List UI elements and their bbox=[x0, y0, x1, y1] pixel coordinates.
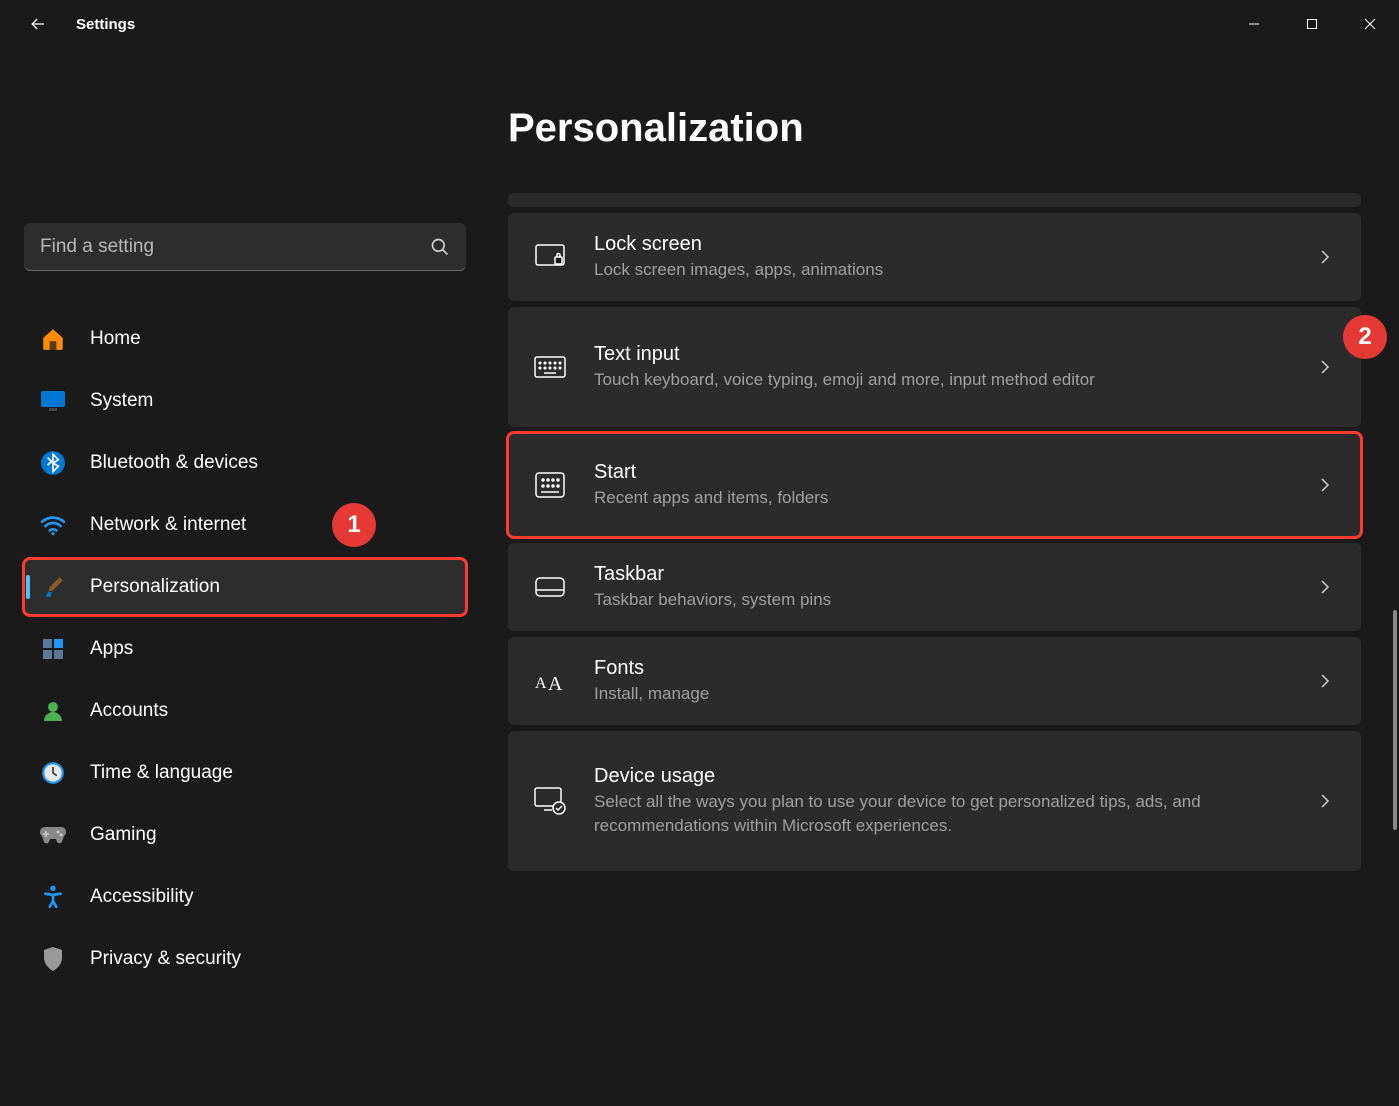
app-title: Settings bbox=[76, 16, 135, 33]
sidebar-item-system[interactable]: System bbox=[24, 373, 466, 429]
apps-icon bbox=[38, 634, 68, 664]
chevron-right-icon bbox=[1313, 477, 1337, 493]
page-title: Personalization bbox=[508, 106, 1361, 151]
wifi-icon bbox=[38, 510, 68, 540]
sidebar-item-label: Privacy & security bbox=[90, 948, 241, 970]
chevron-right-icon bbox=[1313, 579, 1337, 595]
system-icon bbox=[38, 386, 68, 416]
sidebar-item-apps[interactable]: Apps bbox=[24, 621, 466, 677]
content: Personalization Lock screen Lock screen … bbox=[490, 48, 1399, 1106]
settings-card-device-usage[interactable]: Device usage Select all the ways you pla… bbox=[508, 731, 1361, 871]
window-controls bbox=[1225, 3, 1399, 45]
settings-card-start[interactable]: Start Recent apps and items, folders bbox=[508, 433, 1361, 537]
sidebar-item-bluetooth[interactable]: Bluetooth & devices bbox=[24, 435, 466, 491]
settings-card-taskbar[interactable]: Taskbar Taskbar behaviors, system pins bbox=[508, 543, 1361, 631]
card-desc: Touch keyboard, voice typing, emoji and … bbox=[594, 368, 1313, 392]
settings-card-stub[interactable] bbox=[508, 193, 1361, 207]
close-icon bbox=[1364, 18, 1376, 30]
taskbar-icon bbox=[532, 569, 568, 605]
sidebar-item-label: System bbox=[90, 390, 153, 412]
sidebar-item-label: Bluetooth & devices bbox=[90, 452, 258, 474]
titlebar: Settings bbox=[0, 0, 1399, 48]
sidebar-item-privacy[interactable]: Privacy & security bbox=[24, 931, 466, 987]
sidebar-item-network[interactable]: Network & internet 1 bbox=[24, 497, 466, 553]
lock-screen-icon bbox=[532, 239, 568, 275]
annotation-badge-1: 1 bbox=[332, 503, 376, 547]
card-title: Start bbox=[594, 461, 1313, 484]
fonts-icon: AA bbox=[532, 663, 568, 699]
scrollbar-thumb[interactable] bbox=[1393, 610, 1397, 830]
card-title: Taskbar bbox=[594, 563, 1313, 586]
sidebar-item-label: Gaming bbox=[90, 824, 157, 846]
clock-icon bbox=[38, 758, 68, 788]
sidebar-item-label: Time & language bbox=[90, 762, 233, 784]
card-desc: Install, manage bbox=[594, 682, 1313, 706]
settings-card-lock-screen[interactable]: Lock screen Lock screen images, apps, an… bbox=[508, 213, 1361, 301]
sidebar-item-label: Apps bbox=[90, 638, 133, 660]
home-icon bbox=[38, 324, 68, 354]
minimize-button[interactable] bbox=[1225, 3, 1283, 45]
card-title: Fonts bbox=[594, 657, 1313, 680]
search-icon bbox=[430, 237, 450, 257]
sidebar-item-label: Accessibility bbox=[90, 886, 193, 908]
search-box[interactable] bbox=[24, 223, 466, 271]
bluetooth-icon bbox=[38, 448, 68, 478]
card-title: Text input bbox=[594, 343, 1313, 366]
sidebar-item-label: Accounts bbox=[90, 700, 168, 722]
search-input[interactable] bbox=[40, 236, 430, 258]
annotation-badge-2: 2 bbox=[1343, 315, 1387, 359]
sidebar-item-label: Home bbox=[90, 328, 141, 350]
sidebar-item-time[interactable]: Time & language bbox=[24, 745, 466, 801]
arrow-left-icon bbox=[28, 14, 48, 34]
paintbrush-icon bbox=[38, 572, 68, 602]
svg-text:A: A bbox=[548, 673, 563, 694]
person-icon bbox=[38, 696, 68, 726]
close-button[interactable] bbox=[1341, 3, 1399, 45]
keyboard-icon bbox=[532, 349, 568, 385]
chevron-right-icon bbox=[1313, 359, 1337, 375]
chevron-right-icon bbox=[1313, 249, 1337, 265]
sidebar-item-gaming[interactable]: Gaming bbox=[24, 807, 466, 863]
maximize-icon bbox=[1306, 18, 1318, 30]
shield-icon bbox=[38, 944, 68, 974]
back-button[interactable] bbox=[18, 4, 58, 44]
card-title: Lock screen bbox=[594, 233, 1313, 256]
sidebar-item-home[interactable]: Home bbox=[24, 311, 466, 367]
card-desc: Lock screen images, apps, animations bbox=[594, 258, 1313, 282]
minimize-icon bbox=[1248, 18, 1260, 30]
start-icon bbox=[532, 467, 568, 503]
device-usage-icon bbox=[532, 783, 568, 819]
card-desc: Recent apps and items, folders bbox=[594, 486, 1313, 510]
sidebar-item-accessibility[interactable]: Accessibility bbox=[24, 869, 466, 925]
settings-card-fonts[interactable]: AA Fonts Install, manage bbox=[508, 637, 1361, 725]
sidebar-item-personalization[interactable]: Personalization bbox=[24, 559, 466, 615]
card-title: Device usage bbox=[594, 765, 1313, 788]
sidebar: Home System Bluetooth & devices Network … bbox=[0, 48, 490, 1106]
sidebar-item-accounts[interactable]: Accounts bbox=[24, 683, 466, 739]
accessibility-icon bbox=[38, 882, 68, 912]
gamepad-icon bbox=[38, 820, 68, 850]
maximize-button[interactable] bbox=[1283, 3, 1341, 45]
sidebar-item-label: Personalization bbox=[90, 576, 220, 598]
settings-card-text-input[interactable]: Text input Touch keyboard, voice typing,… bbox=[508, 307, 1361, 427]
chevron-right-icon bbox=[1313, 793, 1337, 809]
card-desc: Select all the ways you plan to use your… bbox=[594, 790, 1313, 838]
chevron-right-icon bbox=[1313, 673, 1337, 689]
card-desc: Taskbar behaviors, system pins bbox=[594, 588, 1313, 612]
sidebar-item-label: Network & internet bbox=[90, 514, 246, 536]
svg-text:A: A bbox=[535, 675, 547, 692]
